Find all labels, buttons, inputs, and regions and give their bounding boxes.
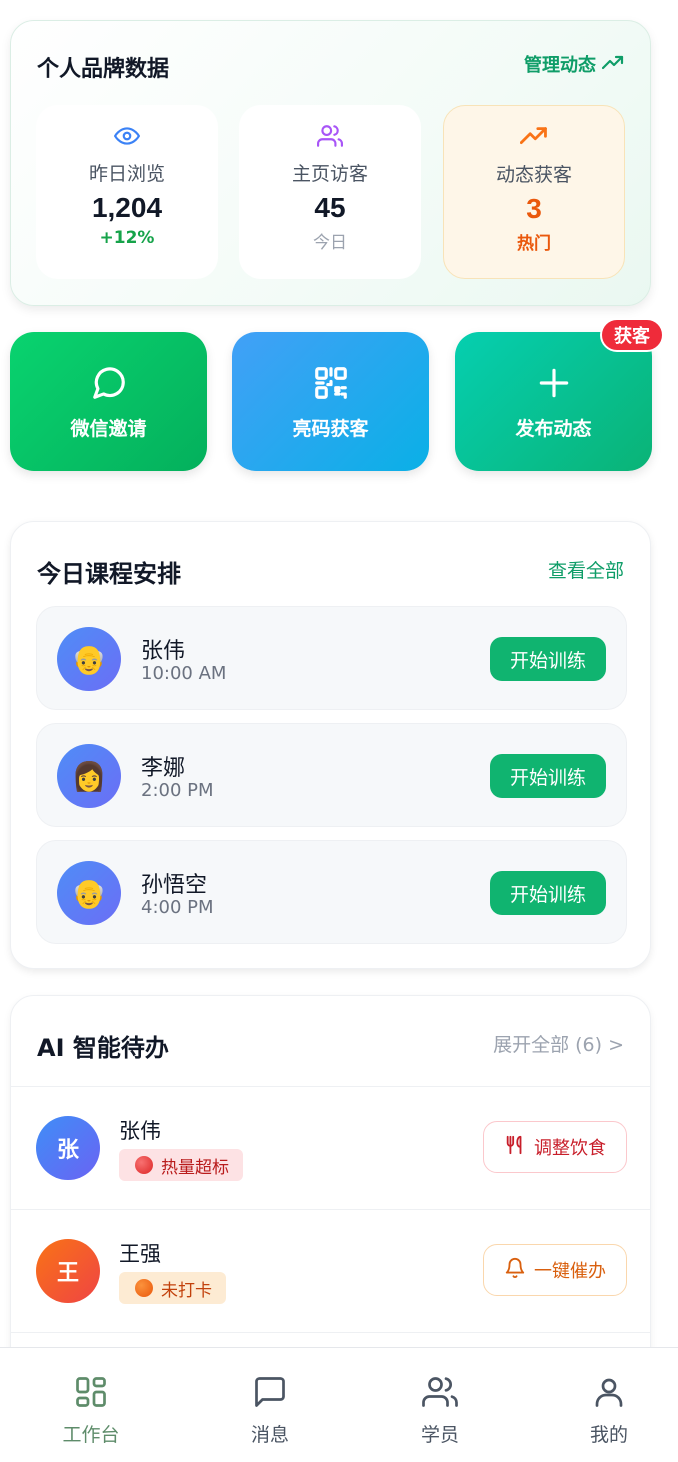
- chat-bubble-icon: [10, 364, 207, 402]
- tab-workbench[interactable]: 工作台: [31, 1374, 151, 1447]
- stat-label: 主页访客: [291, 163, 368, 185]
- adjust-diet-label: 调整饮食: [534, 1138, 606, 1159]
- tab-label: 我的: [589, 1424, 628, 1446]
- stat-homepage-visitors[interactable]: 主页访客 45 今日: [239, 105, 421, 279]
- avatar: 👴: [57, 861, 121, 925]
- qr-code-icon: [232, 364, 429, 402]
- tab-students[interactable]: 学员: [380, 1374, 500, 1447]
- stat-value: 45: [314, 192, 346, 223]
- student-name: 张伟: [119, 1119, 161, 1143]
- expand-all-link[interactable]: 展开全部 (6) >: [493, 1030, 624, 1057]
- trending-up-icon: [601, 54, 624, 75]
- avatar: 👴: [57, 627, 121, 691]
- status-badge-label: 热量超标: [161, 1157, 229, 1178]
- tab-label: 学员: [420, 1424, 459, 1446]
- qr-code-leads-label: 亮码获客: [292, 418, 369, 440]
- brand-data-card: 个人品牌数据 管理动态 昨日浏览 1,204 +12% 主页访客 45 今日 动…: [10, 20, 651, 306]
- student-name: 张伟: [141, 639, 186, 664]
- users-icon: [380, 1374, 500, 1412]
- avatar: 张: [36, 1116, 100, 1180]
- stat-value: 1,204: [91, 192, 163, 223]
- plus-icon: [455, 364, 652, 402]
- course-schedule-card: 今日课程安排 查看全部 👴 张伟 10:00 AM 开始训练 👩 李娜 2:00…: [10, 521, 651, 969]
- one-click-remind-button[interactable]: 一键催办: [483, 1244, 627, 1296]
- tab-profile[interactable]: 我的: [549, 1374, 669, 1447]
- course-row[interactable]: 👴 孙悟空 4:00 PM 开始训练: [36, 840, 627, 944]
- alert-dot-icon: [135, 1156, 153, 1174]
- course-row[interactable]: 👴 张伟 10:00 AM 开始训练: [36, 606, 627, 710]
- stat-post-leads[interactable]: 动态获客 3 热门: [443, 105, 625, 279]
- wechat-invite-button[interactable]: 微信邀请: [10, 332, 207, 471]
- stat-hot-tag: 热门: [517, 234, 551, 254]
- wechat-invite-label: 微信邀请: [70, 418, 147, 440]
- stat-value: 3: [526, 193, 542, 224]
- stat-label: 昨日浏览: [88, 163, 165, 185]
- trending-up-icon: [444, 124, 624, 152]
- stat-yesterday-views[interactable]: 昨日浏览 1,204 +12%: [36, 105, 218, 279]
- grid-icon: [31, 1374, 151, 1412]
- todo-row[interactable]: 张 张伟 热量超标 调整饮食: [11, 1086, 650, 1209]
- status-badge: 未打卡: [119, 1272, 226, 1304]
- manage-posts-link[interactable]: 管理动态: [524, 51, 624, 77]
- start-training-button[interactable]: 开始训练: [490, 871, 606, 915]
- brand-data-title: 个人品牌数据: [37, 57, 170, 82]
- tab-label: 消息: [250, 1424, 289, 1446]
- course-time: 2:00 PM: [141, 780, 214, 801]
- stat-period: 今日: [313, 233, 347, 253]
- status-badge-label: 未打卡: [161, 1280, 212, 1301]
- status-badge: 热量超标: [119, 1149, 243, 1181]
- publish-post-label: 发布动态: [515, 418, 592, 440]
- utensils-icon: [504, 1134, 526, 1161]
- todo-row[interactable]: 王 王强 未打卡 一键催办: [11, 1209, 650, 1332]
- publish-post-button[interactable]: 发布动态: [455, 332, 652, 471]
- user-icon: [549, 1374, 669, 1412]
- student-name: 王强: [119, 1242, 161, 1266]
- student-name: 李娜: [141, 756, 186, 781]
- eye-icon: [36, 123, 218, 151]
- one-click-remind-label: 一键催办: [534, 1261, 606, 1282]
- tab-label: 工作台: [62, 1424, 120, 1446]
- course-time: 4:00 PM: [141, 897, 214, 918]
- users-icon: [239, 123, 421, 151]
- start-training-button[interactable]: 开始训练: [490, 754, 606, 798]
- adjust-diet-button[interactable]: 调整饮食: [483, 1121, 627, 1173]
- course-schedule-title: 今日课程安排: [37, 560, 181, 588]
- view-all-link[interactable]: 查看全部: [548, 556, 624, 583]
- bell-icon: [504, 1257, 526, 1284]
- tab-messages[interactable]: 消息: [210, 1374, 330, 1447]
- alert-dot-icon: [135, 1279, 153, 1297]
- avatar: 王: [36, 1239, 100, 1303]
- stat-label: 动态获客: [495, 164, 572, 186]
- avatar: 👩: [57, 744, 121, 808]
- course-time: 10:00 AM: [141, 663, 227, 684]
- student-name: 孙悟空: [141, 873, 208, 898]
- message-icon: [210, 1374, 330, 1412]
- course-row[interactable]: 👩 李娜 2:00 PM 开始训练: [36, 723, 627, 827]
- start-training-button[interactable]: 开始训练: [490, 637, 606, 681]
- manage-posts-label: 管理动态: [524, 55, 596, 76]
- ai-todo-title: AI 智能待办: [37, 1034, 169, 1062]
- bottom-tab-bar: 工作台 消息 学员 我的: [0, 1347, 678, 1462]
- leads-badge: 获客: [600, 318, 664, 352]
- stat-change: +12%: [99, 228, 155, 248]
- qr-code-leads-button[interactable]: 亮码获客: [232, 332, 429, 471]
